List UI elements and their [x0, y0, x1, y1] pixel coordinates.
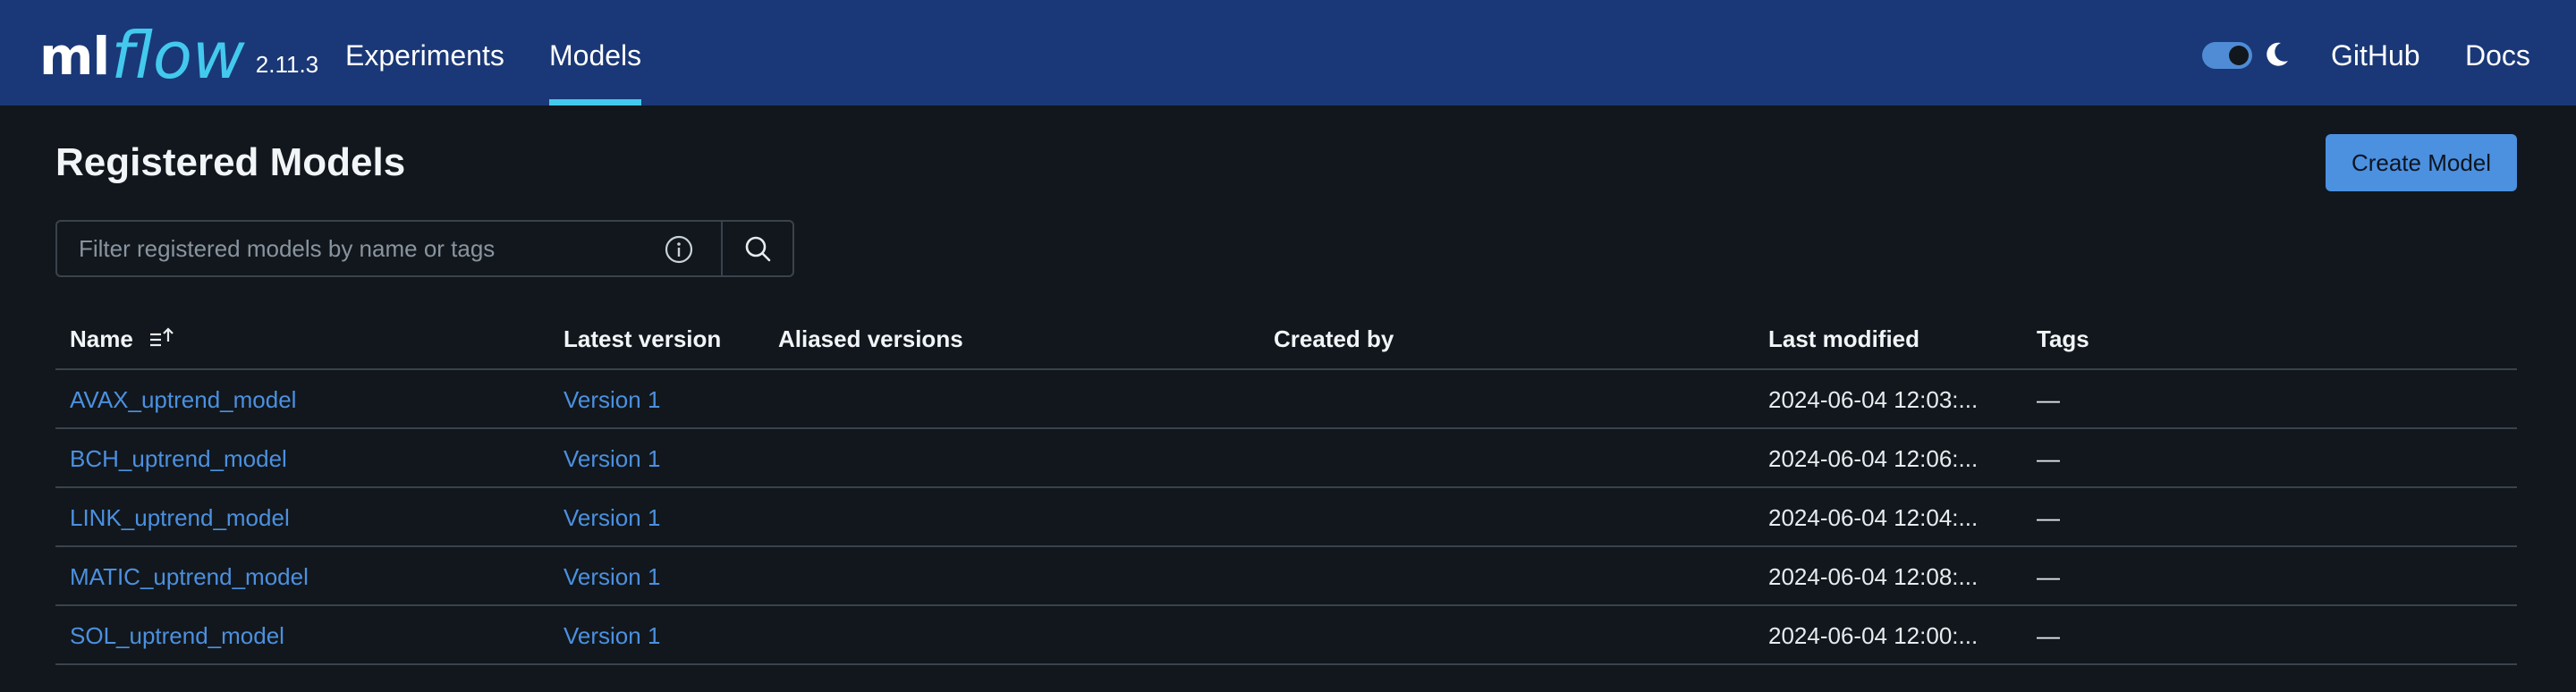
last-modified-cell: 2024-06-04 12:08:... — [1768, 563, 1979, 590]
page-title: Registered Models — [55, 140, 406, 184]
last-modified-cell: 2024-06-04 12:03:... — [1768, 386, 1979, 413]
registered-models-table: Name Latest version Aliased versions Cre… — [55, 308, 2517, 665]
table-row: BCH_uptrend_model Version 1 2024-06-04 1… — [55, 429, 2517, 488]
column-header-created-by: Created by — [1274, 325, 1394, 352]
latest-version-link[interactable]: Version 1 — [564, 429, 769, 486]
aliased-versions-cell — [778, 429, 1261, 486]
search-input[interactable] — [55, 220, 721, 277]
table-row: MATIC_uptrend_model Version 1 2024-06-04… — [55, 547, 2517, 606]
model-name-link[interactable]: MATIC_uptrend_model — [70, 547, 544, 604]
aliased-versions-cell — [778, 370, 1261, 427]
aliased-versions-cell — [778, 547, 1261, 604]
column-header-last-modified: Last modified — [1768, 325, 1920, 352]
table-row: SOL_uptrend_model Version 1 2024-06-04 1… — [55, 606, 2517, 665]
sort-ascending-icon[interactable] — [148, 325, 175, 350]
toggle-knob — [2229, 46, 2249, 65]
search-bar — [55, 220, 794, 277]
latest-version-link[interactable]: Version 1 — [564, 606, 769, 663]
tags-cell: — — [2037, 622, 2060, 649]
search-icon — [745, 236, 771, 262]
top-navigation-bar: ml flow 2.11.3 Experiments Models GitHub… — [0, 0, 2576, 105]
table-header: Name Latest version Aliased versions Cre… — [55, 308, 2517, 370]
column-header-aliased-versions: Aliased versions — [778, 325, 963, 352]
last-modified-cell: 2024-06-04 12:04:... — [1768, 504, 1979, 531]
version-label: 2.11.3 — [255, 51, 319, 78]
nav-github-link[interactable]: GitHub — [2331, 0, 2420, 105]
table-row: LINK_uptrend_model Version 1 2024-06-04 … — [55, 488, 2517, 547]
latest-version-link[interactable]: Version 1 — [564, 488, 769, 545]
mlflow-logo[interactable]: ml flow 2.11.3 — [39, 11, 318, 91]
model-name-link[interactable]: SOL_uptrend_model — [70, 606, 544, 663]
model-name-link[interactable]: AVAX_uptrend_model — [70, 370, 544, 427]
last-modified-cell: 2024-06-04 12:00:... — [1768, 622, 1979, 649]
tags-cell: — — [2037, 445, 2060, 472]
column-header-tags: Tags — [2037, 325, 2089, 352]
tags-cell: — — [2037, 504, 2060, 531]
moon-icon — [2267, 42, 2288, 66]
nav-experiments-link[interactable]: Experiments — [345, 0, 504, 105]
column-header-name[interactable]: Name — [70, 308, 544, 370]
last-modified-cell: 2024-06-04 12:06:... — [1768, 445, 1979, 472]
info-icon[interactable] — [664, 234, 694, 265]
column-header-name-label: Name — [70, 325, 133, 352]
aliased-versions-cell — [778, 488, 1261, 545]
nav-models-link[interactable]: Models — [549, 0, 642, 105]
nav-docs-link[interactable]: Docs — [2465, 0, 2530, 105]
latest-version-link[interactable]: Version 1 — [564, 547, 769, 604]
column-header-latest-version: Latest version — [564, 325, 722, 352]
tags-cell: — — [2037, 386, 2060, 413]
dark-mode-toggle[interactable] — [2202, 42, 2252, 69]
created-by-cell — [1274, 547, 1757, 604]
table-row: AVAX_uptrend_model Version 1 2024-06-04 … — [55, 370, 2517, 429]
tags-cell: — — [2037, 563, 2060, 590]
created-by-cell — [1274, 488, 1757, 545]
model-name-link[interactable]: BCH_uptrend_model — [70, 429, 544, 486]
created-by-cell — [1274, 370, 1757, 427]
aliased-versions-cell — [778, 606, 1261, 663]
model-name-link[interactable]: LINK_uptrend_model — [70, 488, 544, 545]
created-by-cell — [1274, 429, 1757, 486]
create-model-button[interactable]: Create Model — [2326, 134, 2517, 191]
latest-version-link[interactable]: Version 1 — [564, 370, 769, 427]
logo-flow-text: flow — [111, 18, 245, 93]
logo-ml-text: ml — [39, 26, 110, 87]
search-button[interactable] — [721, 220, 794, 277]
created-by-cell — [1274, 606, 1757, 663]
